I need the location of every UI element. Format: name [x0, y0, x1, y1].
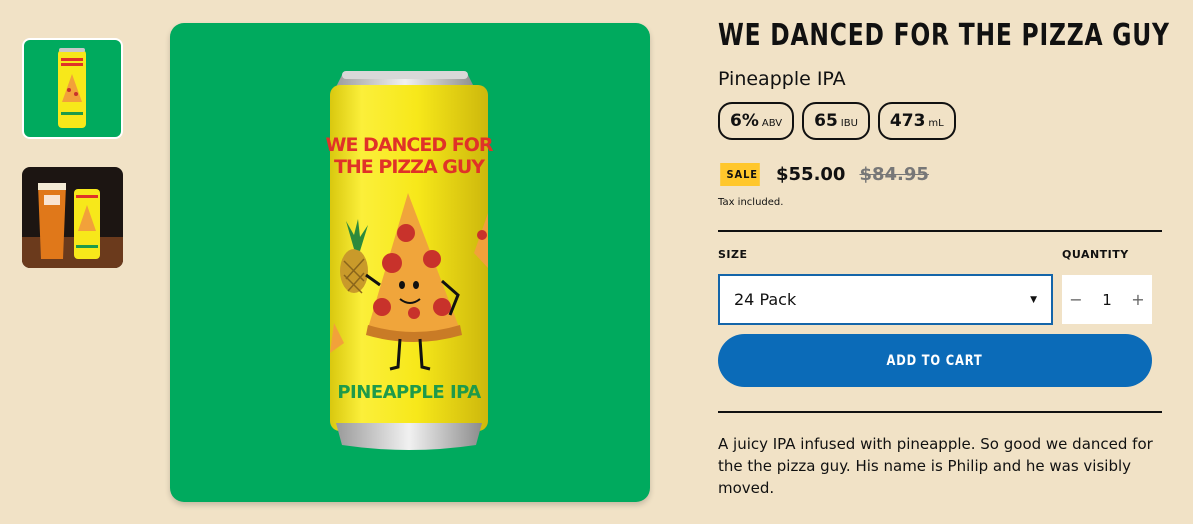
increase-quantity-button[interactable]: +	[1124, 290, 1152, 309]
price-row: SALE $55.00 $84.95	[718, 163, 929, 186]
can-bottom-label: PINEAPPLE IPA	[337, 382, 481, 403]
thumbnail-glass-and-can[interactable]	[22, 167, 123, 268]
spec-value: 473	[889, 111, 926, 131]
add-to-cart-button[interactable]: ADD TO CART	[718, 334, 1152, 387]
product-subtitle: Pineapple IPA	[718, 68, 846, 90]
divider	[718, 411, 1162, 413]
spec-volume: 473 mL	[877, 102, 956, 140]
add-to-cart-label: ADD TO CART	[886, 352, 984, 369]
can-title-line-2: THE PIZZA GUY	[334, 156, 485, 178]
chevron-down-icon: ▼	[1030, 294, 1037, 305]
quantity-input[interactable]: 1	[1102, 291, 1112, 309]
thumbnail-can[interactable]	[22, 38, 123, 139]
can-title-line-1: WE DANCED FOR	[326, 134, 494, 156]
can-illustration: WE DANCED FOR THE PIZZA GUY PINEAPPLE IP…	[326, 71, 495, 450]
glass-thumbnail-image	[22, 167, 123, 268]
product-description: A juicy IPA infused with pineapple. So g…	[718, 435, 1153, 497]
spec-unit: ABV	[761, 117, 783, 129]
spec-unit: mL	[928, 117, 944, 129]
tax-note: Tax included.	[718, 197, 784, 208]
sale-price: $55.00	[776, 164, 846, 185]
spec-value: 6%	[730, 111, 759, 131]
size-select-value: 24 Pack	[734, 290, 797, 309]
product-title: WE DANCED FOR THE PIZZA GUY	[718, 18, 1170, 53]
spec-abv: 6% ABV	[718, 102, 795, 140]
spec-value: 65	[814, 111, 838, 131]
quantity-stepper: − 1 +	[1062, 275, 1152, 324]
spec-ibu: 65 IBU	[802, 102, 870, 140]
size-label: SIZE	[718, 248, 748, 261]
spec-unit: IBU	[840, 117, 858, 129]
thumbnail-gallery	[22, 38, 123, 296]
can-thumbnail-image	[24, 40, 121, 137]
size-select[interactable]: 24 Pack ▼	[718, 274, 1053, 325]
spec-badges: 6% ABV 65 IBU 473 mL	[718, 102, 956, 140]
compare-at-price: $84.95	[859, 164, 929, 185]
decrease-quantity-button[interactable]: −	[1062, 290, 1090, 309]
sale-badge: SALE	[720, 163, 760, 186]
main-product-image: WE DANCED FOR THE PIZZA GUY PINEAPPLE IP…	[170, 23, 650, 502]
divider	[718, 230, 1162, 232]
quantity-label: QUANTITY	[1062, 248, 1129, 261]
